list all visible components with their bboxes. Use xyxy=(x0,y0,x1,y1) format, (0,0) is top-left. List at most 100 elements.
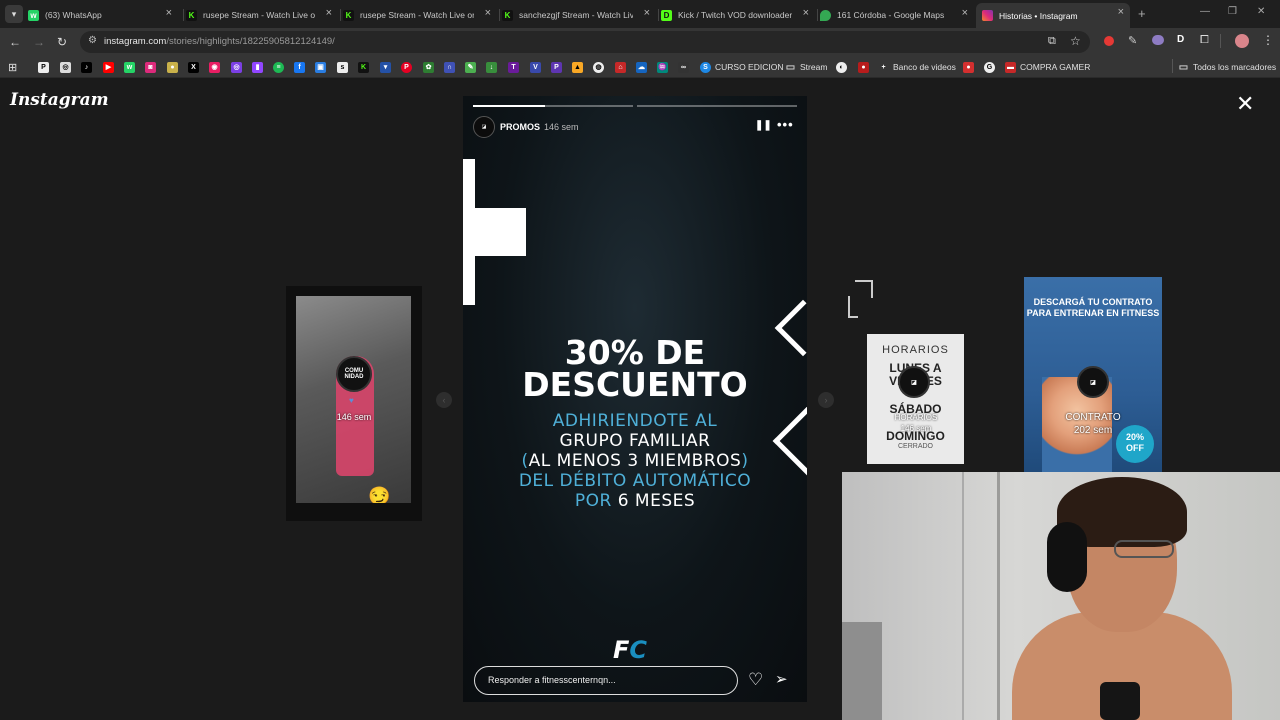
bookmark-leaf-icon[interactable]: ✎ xyxy=(465,61,476,73)
reply-input[interactable]: Responder a fitnesscenternqn... xyxy=(474,666,738,695)
bookmark-red-icon[interactable]: ⌂ xyxy=(615,61,626,73)
bookmark-banco-videos[interactable]: Banco de videos xyxy=(893,62,956,72)
bookmark-spotify-icon[interactable]: ≡ xyxy=(273,61,284,73)
next-story-horarios[interactable]: HORARIOS LUNES A VIERNES SÁBADO DOMINGO … xyxy=(867,334,964,464)
bookmark-indigo-icon[interactable]: ∩ xyxy=(444,61,455,73)
bookmark-tiktok-icon[interactable]: ♪ xyxy=(81,61,92,73)
bookmark-star-icon[interactable]: ☆ xyxy=(1070,34,1081,48)
bookmark-sk-icon[interactable]: s xyxy=(337,61,348,73)
webcam-furniture xyxy=(842,622,882,720)
bookmark-v-icon[interactable]: V xyxy=(530,61,541,73)
story-avatar[interactable]: ◪ xyxy=(473,116,495,138)
bookmark-all-bookmarks[interactable]: Todos los marcadores xyxy=(1193,62,1276,72)
previous-story-arrow[interactable]: ‹ xyxy=(436,392,452,408)
menu-dots-icon[interactable]: ⋮ xyxy=(1262,33,1274,47)
extension-d-icon[interactable]: D xyxy=(1177,34,1184,45)
instagram-logo[interactable]: Instagram xyxy=(10,90,109,110)
tab-vod-downloader[interactable]: D Kick / Twitch VOD downloader × xyxy=(661,4,815,26)
tab-search-button[interactable]: ▾ xyxy=(5,5,23,23)
close-icon[interactable]: × xyxy=(166,7,172,19)
address-bar[interactable]: ⚙ instagram.com/stories/highlights/18225… xyxy=(80,31,1090,53)
window-close-button[interactable]: ✕ xyxy=(1257,6,1265,17)
bookmark-p-icon[interactable]: P xyxy=(38,61,49,73)
bookmark-violet-icon[interactable]: T xyxy=(508,61,519,73)
minimize-button[interactable]: — xyxy=(1200,6,1210,17)
close-stories-button[interactable]: ✕ xyxy=(1236,93,1254,115)
folder-icon: ▭ xyxy=(1178,61,1189,73)
tab-kick-rusepe-2[interactable]: K rusepe Stream - Watch Live on × xyxy=(343,4,497,26)
bookmark-kick-icon[interactable]: K xyxy=(358,61,369,73)
smirk-emoji: 😏 xyxy=(368,486,391,503)
new-tab-button[interactable]: + xyxy=(1138,6,1146,21)
bookmark-instagram-icon[interactable]: ◙ xyxy=(145,61,156,73)
bookmark-blue-icon[interactable]: ▣ xyxy=(315,61,326,73)
extension-pen-icon[interactable]: ✎ xyxy=(1128,34,1137,47)
close-icon[interactable]: × xyxy=(644,7,650,19)
bookmark-x-icon[interactable]: X xyxy=(188,61,199,73)
tab-kick-sanchez[interactable]: K sanchezgjf Stream - Watch Live × xyxy=(502,4,656,26)
bookmark-curso-edicion[interactable]: CURSO EDICION xyxy=(715,62,783,72)
close-icon[interactable]: × xyxy=(1118,6,1124,18)
subline-3-text: AL MENOS 3 MIEMBROS xyxy=(528,451,742,471)
current-story[interactable]: ◪ PROMOS 146 sem ❚❚ ••• 30% DE DESCUENTO… xyxy=(463,96,807,702)
next-story-arrow[interactable]: › xyxy=(818,392,834,408)
bookmark-circle-icon[interactable]: ◐ xyxy=(836,61,847,73)
horarios-line-4: CERRADO xyxy=(897,443,933,450)
bookmark-cloud-icon[interactable]: ☁ xyxy=(636,61,647,73)
bookmark-chevron-icon[interactable]: ▾ xyxy=(380,61,391,73)
bookmark-purple-icon[interactable]: ◎ xyxy=(231,61,242,73)
d-icon: D xyxy=(661,9,672,21)
bookmark-compra-gamer[interactable]: COMPRA GAMER xyxy=(1020,62,1090,72)
bookmark-green-icon[interactable]: ✿ xyxy=(423,61,434,73)
extension-red-icon[interactable] xyxy=(1104,36,1114,46)
site-info-icon[interactable]: ⚙ xyxy=(88,35,97,46)
horarios-avatar: ◪ xyxy=(898,366,930,398)
profile-avatar[interactable] xyxy=(1235,34,1249,48)
bookmark-teal-icon[interactable]: ♒ xyxy=(657,61,668,73)
bookmark-youtube-icon[interactable]: ▶ xyxy=(103,61,114,73)
tab-kick-rusepe-1[interactable]: K rusepe Stream - Watch Live on × xyxy=(186,4,338,26)
progress-segment-2 xyxy=(637,105,797,107)
bookmark-stream-folder[interactable]: Stream xyxy=(800,62,827,72)
maximize-button[interactable]: ❐ xyxy=(1228,6,1237,17)
bookmark-whatsapp-icon[interactable]: w xyxy=(124,61,135,73)
apps-grid-icon[interactable]: ⊞ xyxy=(8,61,17,74)
pause-icon[interactable]: ❚❚ xyxy=(755,120,772,131)
bookmark-dark-red-icon[interactable]: ● xyxy=(858,61,869,73)
extension-purple-icon[interactable] xyxy=(1152,35,1164,45)
previous-story-preview[interactable]: 😏 COMU NIDAD ♥ 146 sem xyxy=(286,286,422,521)
like-heart-icon[interactable]: ♡ xyxy=(748,670,763,690)
bookmark-chatgpt-icon[interactable]: ◎ xyxy=(60,61,71,73)
bookmark-p2-icon[interactable]: P xyxy=(551,61,562,73)
forward-icon[interactable]: → xyxy=(33,35,45,49)
bookmark-triangle-icon[interactable]: ▲ xyxy=(572,61,583,73)
bookmark-g-icon[interactable]: G xyxy=(984,61,995,73)
bookmark-twitch-icon[interactable]: ▮ xyxy=(252,61,263,73)
bookmark-dot-icon[interactable]: ● xyxy=(963,61,974,73)
extensions-puzzle-icon[interactable]: ⧠ xyxy=(1200,34,1209,47)
close-icon[interactable]: × xyxy=(326,7,332,19)
plus-icon: + xyxy=(881,63,886,71)
back-icon[interactable]: ← xyxy=(9,35,21,49)
bookmark-globe-icon[interactable]: ◍ xyxy=(593,61,604,73)
close-icon[interactable]: × xyxy=(962,7,968,19)
cast-icon[interactable]: ⧉ xyxy=(1048,35,1056,48)
close-icon[interactable]: × xyxy=(485,7,491,19)
bookmark-pink-icon[interactable]: ◉ xyxy=(209,61,220,73)
reload-icon[interactable]: ↻ xyxy=(57,35,67,49)
bookmark-infinity-icon[interactable]: ∞ xyxy=(678,61,689,73)
bookmark-pinterest-icon[interactable]: P xyxy=(401,61,412,73)
bookmark-download-icon[interactable]: ↓ xyxy=(486,61,497,73)
bookmark-facebook-icon[interactable]: f xyxy=(294,61,305,73)
tab-instagram[interactable]: Historias • Instagram × xyxy=(976,3,1130,28)
tab-google-maps[interactable]: 161 Córdoba - Google Maps × xyxy=(820,4,974,26)
send-icon[interactable]: ➢ xyxy=(775,670,788,688)
subline-3: (AL MENOS 3 MIEMBROS) xyxy=(463,451,807,471)
subline-5-value: 6 MESES xyxy=(617,491,696,511)
story-username[interactable]: PROMOS xyxy=(500,122,540,132)
more-options-icon[interactable]: ••• xyxy=(777,117,794,132)
tab-whatsapp[interactable]: w (63) WhatsApp × xyxy=(28,4,178,26)
bookmark-yellow-icon[interactable]: ● xyxy=(167,61,178,73)
close-icon[interactable]: × xyxy=(803,7,809,19)
subline-5-prefix: POR xyxy=(574,491,618,511)
